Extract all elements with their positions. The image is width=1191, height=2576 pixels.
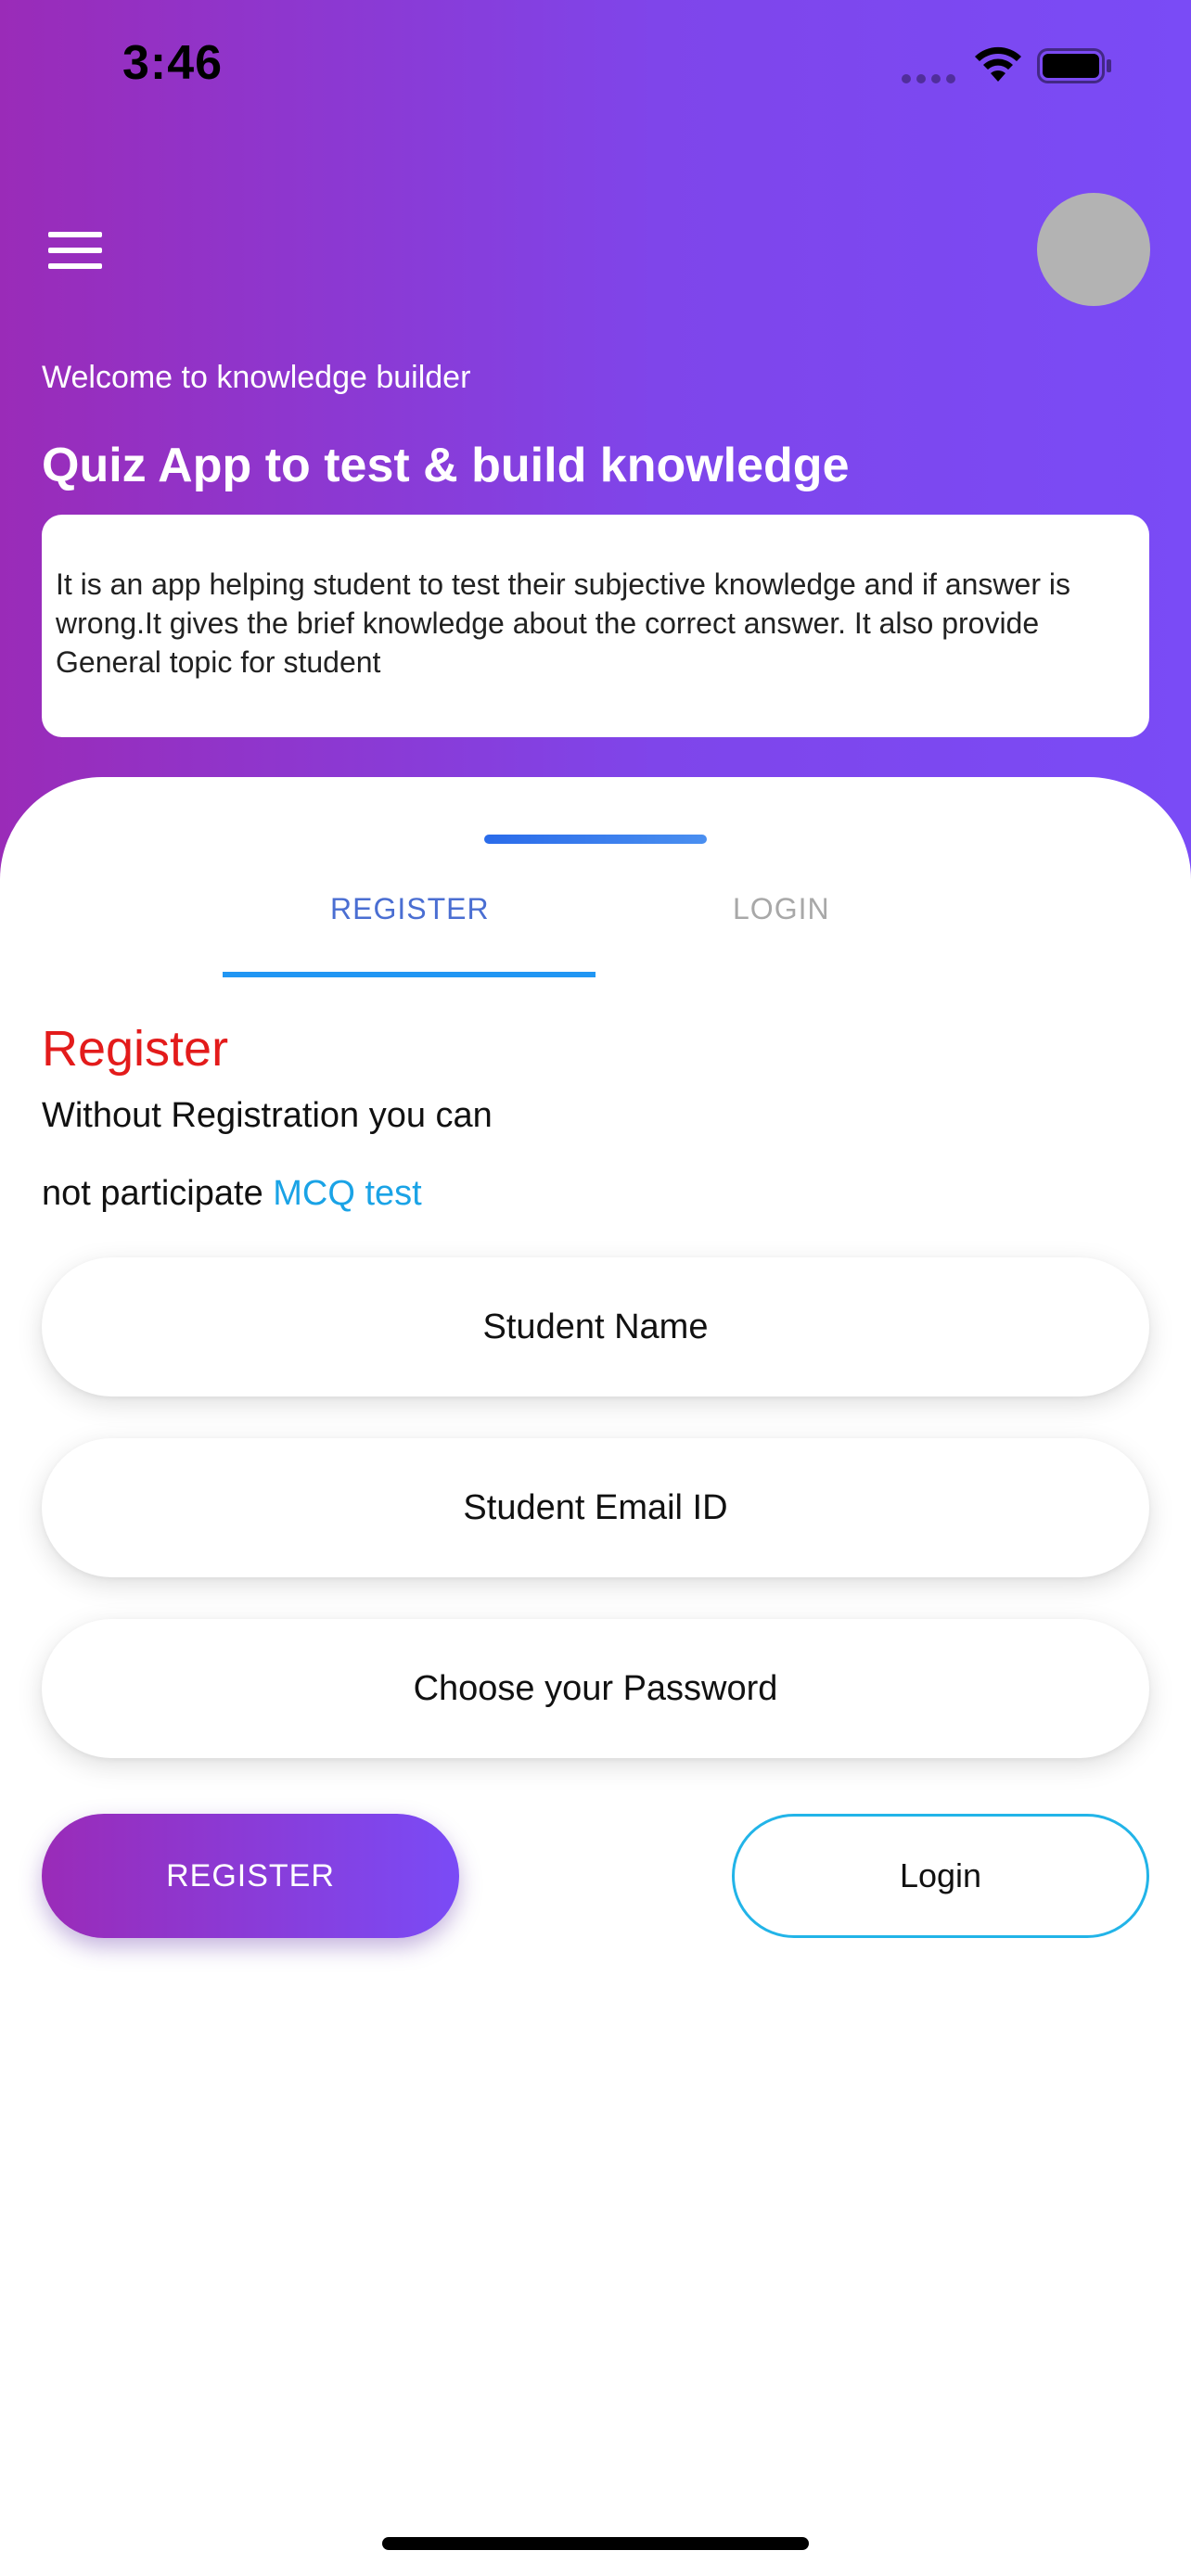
status-time: 3:46 [122, 36, 224, 90]
login-button[interactable]: Login [732, 1814, 1149, 1938]
wifi-icon [975, 46, 1021, 82]
tab-login[interactable]: LOGIN [733, 892, 830, 926]
register-subtext-prefix: not participate [42, 1174, 263, 1213]
register-screen: 3:46 Welcome to knowledge builder Quiz A… [0, 0, 1191, 2576]
profile-avatar[interactable] [1037, 193, 1150, 306]
register-heading: Register [42, 1021, 229, 1077]
tab-register[interactable]: REGISTER [330, 892, 490, 926]
student-email-input[interactable] [42, 1438, 1149, 1577]
sheet-drag-handle[interactable] [484, 835, 707, 844]
hamburger-menu-icon[interactable] [48, 232, 102, 269]
home-indicator[interactable] [382, 2537, 809, 2550]
mcq-test-link[interactable]: MCQ test [273, 1174, 421, 1213]
student-name-input[interactable] [42, 1257, 1149, 1396]
cellular-signal-icon [902, 74, 955, 83]
register-button[interactable]: REGISTER [42, 1814, 459, 1938]
description-card: It is an app helping student to test the… [42, 515, 1149, 737]
password-input[interactable] [42, 1619, 1149, 1758]
welcome-text: Welcome to knowledge builder [42, 360, 471, 395]
register-subtext-line1: Without Registration you can [42, 1096, 493, 1135]
tab-active-indicator [223, 972, 596, 977]
app-title: Quiz App to test & build knowledge [42, 439, 850, 492]
register-subtext-line2: not participate MCQ test [42, 1174, 422, 1214]
battery-icon [1037, 48, 1111, 83]
